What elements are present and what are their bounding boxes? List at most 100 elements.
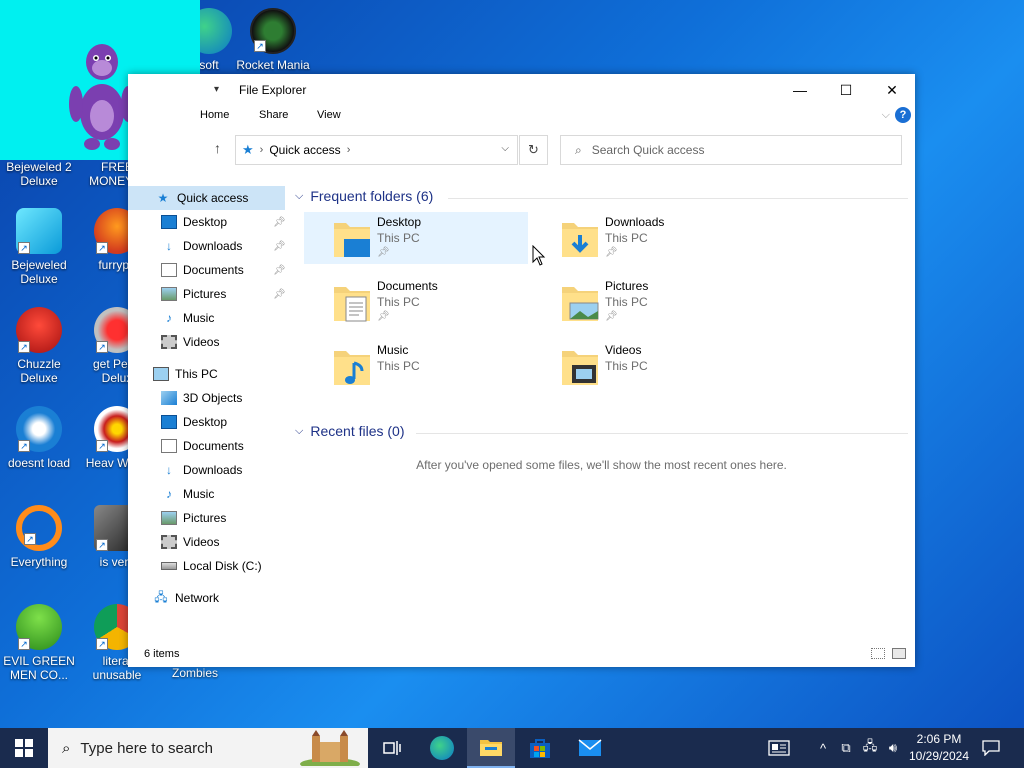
- folder-name: Desktop: [377, 215, 422, 229]
- expand-ribbon-chevron-icon[interactable]: ⌵: [882, 109, 890, 122]
- meet-now-icon[interactable]: ⧉: [836, 728, 856, 768]
- recent-files-header[interactable]: ⌵ Recent files (0): [295, 423, 405, 439]
- taskbar-search-placeholder: Type here to search: [80, 739, 213, 757]
- details-view-icon[interactable]: [871, 648, 885, 659]
- help-button[interactable]: ?: [895, 107, 911, 123]
- chuzzle-icon: ↗: [16, 307, 62, 353]
- nav-item-pc-music[interactable]: ♪ Music: [161, 482, 285, 506]
- desktop-icon-label: Rocket Mania: [236, 58, 310, 72]
- desktop-icon-doesnt-load[interactable]: ↗ doesnt load: [0, 406, 78, 470]
- downloads-icon: ↓: [166, 239, 172, 253]
- thunderbird-icon: ↗: [16, 406, 62, 452]
- chevron-up-icon[interactable]: ^: [812, 728, 834, 768]
- desktop-icon-label: doesnt load: [7, 456, 71, 470]
- search-input[interactable]: [591, 143, 872, 157]
- desktop-icon-rocket-mania[interactable]: ↗ Rocket Mania: [234, 8, 312, 72]
- nav-item-music[interactable]: ♪ Music: [161, 306, 285, 330]
- clock[interactable]: 2:06 PM 10/29/2024: [904, 731, 974, 765]
- folder-location: This PC: [377, 231, 420, 245]
- nav-item-downloads[interactable]: ↓ Downloads 📌︎: [161, 234, 286, 258]
- folder-location: This PC: [605, 231, 648, 245]
- nav-item-pc-videos[interactable]: Videos: [161, 530, 285, 554]
- folder-tile-documents[interactable]: Documents This PC 📌︎: [304, 276, 528, 328]
- folder-name: Documents: [377, 279, 438, 293]
- up-arrow-icon[interactable]: ↑: [214, 140, 221, 156]
- nav-item-pc-pictures[interactable]: Pictures: [161, 506, 285, 530]
- folder-tile-music[interactable]: Music This PC: [304, 340, 528, 392]
- nav-item-videos[interactable]: Videos: [161, 330, 285, 354]
- tab-view[interactable]: View: [317, 109, 341, 121]
- documents-folder-icon: [334, 287, 370, 322]
- shortcut-arrow-icon: ↗: [18, 242, 30, 254]
- shortcut-arrow-icon: ↗: [18, 440, 30, 452]
- volume-icon[interactable]: 🔊︎: [882, 728, 904, 768]
- diamond-icon: ↗: [16, 208, 62, 254]
- address-history-chevron-icon[interactable]: ⌵: [501, 143, 509, 154]
- navigation-pane: ★ Quick access Desktop 📌︎ ↓ Downloads 📌︎…: [128, 182, 288, 642]
- computer-icon: [153, 367, 169, 381]
- folder-tile-pictures[interactable]: Pictures This PC 📌︎: [532, 276, 756, 328]
- nav-item-pc-downloads[interactable]: ↓ Downloads: [161, 458, 285, 482]
- nav-label: Quick access: [177, 191, 249, 205]
- item-count: 6 items: [144, 648, 180, 660]
- nav-network[interactable]: 🖧︎ Network: [153, 586, 285, 610]
- large-icons-view-icon[interactable]: [892, 648, 906, 659]
- desktop-icon-chuzzle[interactable]: ↗ Chuzzle Deluxe: [0, 307, 78, 385]
- quick-access-toolbar-dropdown-icon[interactable]: ▾: [214, 84, 219, 95]
- taskbar-search-box[interactable]: ⌕ Type here to search: [48, 728, 368, 768]
- breadcrumb[interactable]: Quick access: [269, 143, 340, 157]
- folder-tile-downloads[interactable]: Downloads This PC 📌︎: [532, 212, 756, 264]
- task-view-button[interactable]: [368, 728, 416, 768]
- taskbar-edge[interactable]: [418, 728, 466, 768]
- desktop-icon-evil-green-men[interactable]: ↗ EVIL GREEN MEN CO...: [0, 604, 78, 682]
- refresh-button[interactable]: ↻: [519, 135, 548, 165]
- taskbar-mail[interactable]: [566, 728, 614, 768]
- breadcrumb-separator-icon[interactable]: ›: [260, 144, 264, 156]
- nav-item-documents[interactable]: Documents 📌︎: [161, 258, 286, 282]
- frequent-folders-header[interactable]: ⌵ Frequent folders (6): [295, 188, 433, 204]
- nav-item-local-disk[interactable]: Local Disk (C:): [161, 554, 285, 578]
- close-button[interactable]: ✕: [869, 74, 915, 106]
- window-title: File Explorer: [239, 83, 307, 97]
- nav-item-3d-objects[interactable]: 3D Objects: [161, 386, 285, 410]
- nav-label: Music: [183, 487, 215, 501]
- nav-item-pc-desktop[interactable]: Desktop: [161, 410, 285, 434]
- desktop-icon-everything[interactable]: ↗ Everything: [0, 505, 78, 569]
- desktop-icon: [161, 215, 177, 229]
- news-widget-icon[interactable]: [762, 728, 796, 768]
- address-bar[interactable]: ★ › Quick access › ⌵: [235, 135, 518, 165]
- folder-tile-videos[interactable]: Videos This PC: [532, 340, 756, 392]
- nav-this-pc[interactable]: This PC: [153, 362, 285, 386]
- nav-item-pc-documents[interactable]: Documents: [161, 434, 285, 458]
- quick-access-star-icon: ★: [242, 142, 254, 157]
- file-explorer-icon: [480, 740, 502, 756]
- shortcut-arrow-icon: ↗: [96, 539, 108, 551]
- breadcrumb-separator-icon[interactable]: ›: [347, 144, 351, 156]
- minimize-button[interactable]: —: [777, 74, 823, 106]
- title-bar[interactable]: ▾ File Explorer — ☐ ✕: [128, 74, 915, 106]
- search-icon: ⌕: [62, 739, 71, 757]
- desktop-icon-bejeweled[interactable]: ↗ Bejeweled Deluxe: [0, 208, 78, 286]
- taskbar-store[interactable]: [516, 728, 564, 768]
- tab-share[interactable]: Share: [259, 109, 288, 121]
- tab-home[interactable]: Home: [200, 109, 229, 121]
- folder-tile-desktop[interactable]: Desktop This PC 📌︎: [304, 212, 528, 264]
- network-status-icon[interactable]: 🖧︎: [858, 728, 882, 768]
- desktop-icon-label: Bejeweled Deluxe: [11, 258, 67, 286]
- taskbar-file-explorer[interactable]: [467, 728, 515, 768]
- desktop-icon-label: EVIL GREEN MEN CO...: [3, 654, 75, 682]
- nav-item-pictures[interactable]: Pictures 📌︎: [161, 282, 286, 306]
- nav-label: Videos: [183, 535, 220, 549]
- nav-label: Documents: [183, 439, 244, 453]
- desktop-icon-zombies[interactable]: Zombies: [156, 666, 234, 680]
- nav-quick-access[interactable]: ★ Quick access: [128, 186, 285, 210]
- maximize-button[interactable]: ☐: [823, 74, 869, 106]
- nav-item-desktop[interactable]: Desktop 📌︎: [161, 210, 286, 234]
- pin-icon: 📌︎: [273, 288, 286, 300]
- shortcut-arrow-icon: ↗: [254, 40, 266, 52]
- star-icon: ★: [157, 191, 169, 205]
- start-button[interactable]: [0, 728, 48, 768]
- nav-label: Network: [175, 591, 220, 605]
- search-box[interactable]: ⌕: [560, 135, 902, 165]
- notification-center-button[interactable]: [976, 728, 1006, 768]
